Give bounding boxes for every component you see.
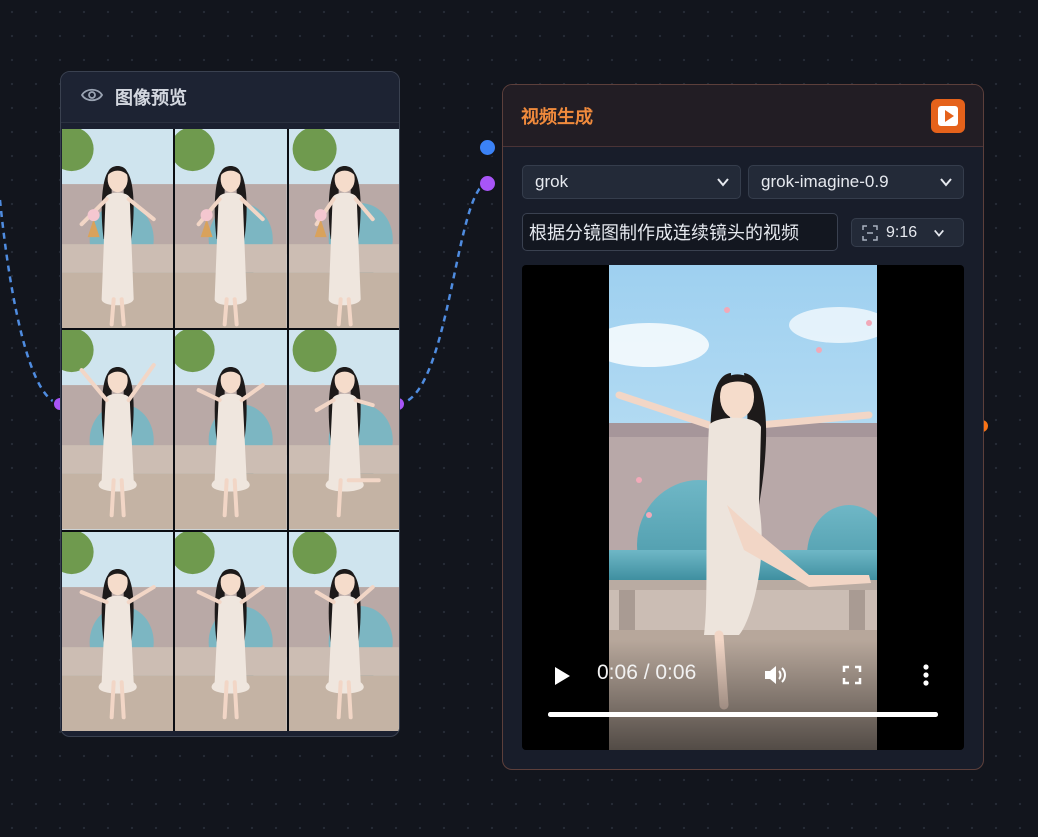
video-input-port-blue[interactable] xyxy=(478,138,497,157)
storyboard-frame[interactable] xyxy=(175,129,287,329)
play-icon[interactable] xyxy=(552,665,572,687)
volume-icon[interactable] xyxy=(763,663,789,687)
controls-shade xyxy=(522,640,964,750)
eye-icon xyxy=(80,87,104,108)
storyboard-frame[interactable] xyxy=(62,330,174,530)
model-select[interactable]: grok-imagine-0.9 xyxy=(748,165,964,199)
storyboard-frame-image xyxy=(175,330,287,530)
storyboard-frame[interactable] xyxy=(175,531,287,731)
storyboard-frame-image xyxy=(62,531,174,731)
video-node-title: 视频生成 xyxy=(521,106,593,127)
incoming-wire xyxy=(0,199,61,406)
storyboard-grid xyxy=(62,129,399,731)
storyboard-frame[interactable] xyxy=(62,129,174,329)
preview-node-header[interactable]: 图像预览 xyxy=(61,72,399,123)
video-node-header[interactable]: 视频生成 xyxy=(503,85,983,147)
aspect-ratio-select[interactable]: 9:16 xyxy=(851,218,964,247)
storyboard-frame[interactable] xyxy=(62,531,174,731)
fullscreen-icon[interactable] xyxy=(842,665,862,685)
provider-select[interactable]: grok xyxy=(522,165,741,199)
prompt-text: 根据分镜图制作成连续镜头的视频 xyxy=(529,223,799,243)
chevron-down-icon xyxy=(940,178,952,187)
image-preview-node[interactable]: 图像预览 xyxy=(60,71,400,737)
progress-fill xyxy=(548,712,938,717)
crop-frame-icon xyxy=(862,224,878,241)
storyboard-frame-image xyxy=(288,330,399,530)
chevron-down-icon xyxy=(717,178,729,187)
play-icon xyxy=(938,106,958,126)
progress-bar[interactable] xyxy=(548,712,938,717)
storyboard-frame[interactable] xyxy=(288,531,399,731)
storyboard-frame-image xyxy=(62,129,174,329)
model-value: grok-imagine-0.9 xyxy=(761,172,889,191)
time-display: 0:06 / 0:06 xyxy=(597,661,697,684)
image-to-video-wire xyxy=(397,181,488,406)
storyboard-frame-image xyxy=(62,330,174,530)
storyboard-frame[interactable] xyxy=(288,330,399,530)
chevron-down-icon xyxy=(934,229,945,237)
preview-node-title: 图像预览 xyxy=(115,88,187,108)
storyboard-frame-image xyxy=(288,531,399,731)
prompt-input[interactable]: 根据分镜图制作成连续镜头的视频 xyxy=(522,213,838,251)
aspect-ratio-value: 9:16 xyxy=(886,223,918,241)
storyboard-frame-image xyxy=(175,531,287,731)
more-vertical-icon[interactable] xyxy=(921,664,931,686)
storyboard-frame[interactable] xyxy=(175,330,287,530)
video-input-port-image[interactable] xyxy=(478,174,497,193)
storyboard-frame-image xyxy=(288,129,399,329)
video-player[interactable]: 0:06 / 0:06 xyxy=(522,265,964,750)
video-generation-node[interactable]: 视频生成 grok grok-imagine-0.9 根据分镜图制作成连续镜头的… xyxy=(502,84,984,770)
provider-value: grok xyxy=(535,172,569,191)
storyboard-frame[interactable] xyxy=(288,129,399,329)
storyboard-frame-image xyxy=(175,129,287,329)
run-button[interactable] xyxy=(931,99,965,133)
